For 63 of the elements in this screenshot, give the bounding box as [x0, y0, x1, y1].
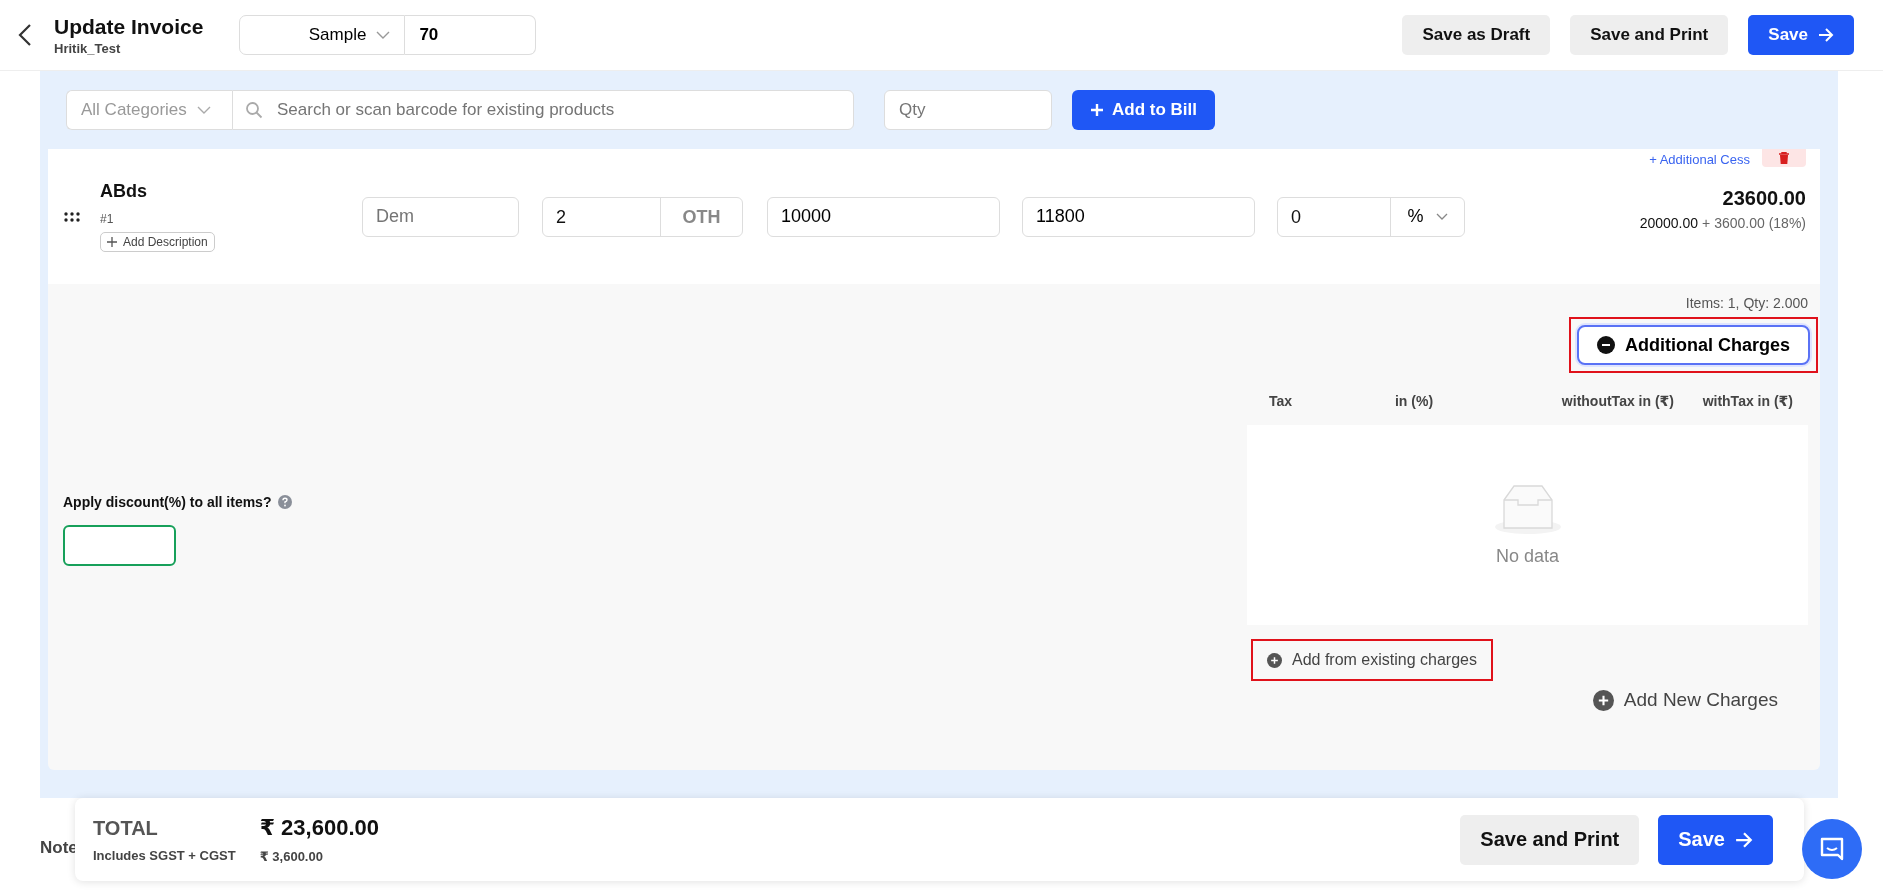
tax-label: Includes SGST + CGST: [93, 847, 236, 863]
back-icon[interactable]: [18, 23, 32, 47]
column-header: in (%): [1393, 393, 1435, 409]
footer-action-button[interactable]: Save: [1658, 814, 1773, 865]
footer-action-button[interactable]: Save and Print: [1460, 814, 1640, 865]
items-count: Items: 1, Qty: 2.000: [1684, 295, 1808, 311]
action-button[interactable]: Save as Draft: [1402, 15, 1551, 55]
action-button[interactable]: Save and Print: [1570, 15, 1729, 55]
discount-all-field[interactable]: [63, 525, 176, 566]
page-title: Update Invoice: [54, 14, 204, 39]
page-subtitle: Hritik_Test: [54, 40, 122, 56]
chat-icon: [1819, 836, 1845, 862]
series-dropdown[interactable]: Sample: [239, 15, 406, 55]
unit-label: OTH: [681, 205, 722, 229]
minus-circle-icon: [1597, 336, 1615, 354]
discount-value: 0: [1278, 197, 1391, 236]
column-header: Tax: [1269, 393, 1294, 409]
description-field[interactable]: Dem: [362, 196, 519, 237]
item-total: 23600.00: [1722, 187, 1806, 210]
additional-charges-button[interactable]: Additional Charges: [1577, 325, 1810, 365]
item-tax-amount: + 3600.00 (18%): [1702, 215, 1806, 231]
chevron-down-icon: [1435, 213, 1448, 220]
item-index: #1: [100, 212, 115, 226]
add-charges-link[interactable]: Add New Charges: [1582, 689, 1788, 711]
search-icon: [245, 101, 263, 119]
total-amount: ₹ 23,600.00: [259, 815, 379, 841]
product-search-bar[interactable]: Search or scan barcode for existing products: [232, 90, 854, 130]
notes-label: Note: [40, 838, 78, 858]
discount-type-dropdown[interactable]: %: [1391, 197, 1464, 236]
delete-button[interactable]: [1762, 149, 1806, 167]
add-to-bill-button[interactable]: Add to Bill: [1072, 90, 1215, 130]
chat-button[interactable]: [1802, 819, 1862, 879]
empty-inbox-icon: [1493, 483, 1562, 534]
arrow-right-icon: [1818, 28, 1834, 42]
price-field[interactable]: 10000: [767, 196, 1000, 237]
tax-amount: ₹ 3,600.00: [259, 849, 324, 864]
item-name: ABds: [100, 181, 148, 202]
quantity-field[interactable]: 2 OTH: [542, 196, 743, 237]
plus-icon: [107, 237, 117, 247]
chevron-down-icon: [196, 106, 211, 114]
add-charges-link[interactable]: Add from existing charges: [1251, 639, 1493, 681]
column-header: withTax in (₹): [1701, 393, 1794, 409]
additional-cess-link[interactable]: + Additional Cess: [1649, 149, 1750, 167]
plus-circle-icon: [1267, 652, 1282, 668]
qty-field[interactable]: Qty: [884, 90, 1052, 130]
empty-message: No data: [1495, 545, 1559, 567]
chevron-down-icon: [376, 31, 391, 39]
price-with-tax-field[interactable]: 11800: [1022, 196, 1255, 237]
column-header: withoutTax in (₹): [1560, 393, 1674, 409]
trash-icon: [1779, 152, 1789, 164]
plus-icon: [1090, 103, 1104, 117]
add-description-button[interactable]: Add Description: [100, 232, 215, 252]
item-net-amount: 20000.00: [1639, 215, 1699, 231]
arrow-right-icon: [1735, 831, 1753, 848]
discount-field[interactable]: 0 %: [1277, 196, 1465, 237]
plus-circle-icon: [1592, 689, 1614, 711]
quantity-value: 2: [543, 197, 661, 236]
discount-all-label: Apply discount(%) to all items?: [63, 494, 272, 510]
action-button[interactable]: Save: [1748, 15, 1854, 55]
invoice-number-field[interactable]: 70: [405, 15, 537, 55]
drag-handle-icon[interactable]: [64, 211, 80, 222]
help-icon[interactable]: [278, 495, 293, 509]
total-label: TOTAL: [93, 816, 159, 840]
